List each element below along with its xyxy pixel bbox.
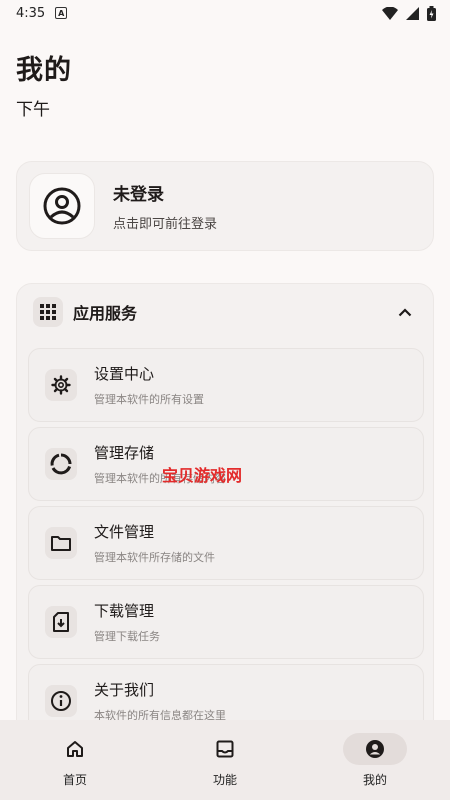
nav-item-mine[interactable]: 我的 xyxy=(320,732,430,788)
nav-item-features[interactable]: 功能 xyxy=(170,733,280,788)
apps-grid-icon xyxy=(33,297,63,327)
account-circle-icon xyxy=(43,187,81,225)
services-header[interactable]: 应用服务 xyxy=(33,296,419,328)
signal-icon xyxy=(406,6,419,20)
nav-label: 功能 xyxy=(212,772,237,787)
download-file-icon xyxy=(45,606,77,638)
page-subtitle: 下午 xyxy=(16,100,50,120)
item-desc: 管理下载任务 xyxy=(94,630,160,643)
folder-icon xyxy=(45,527,77,559)
item-title: 关于我们 xyxy=(94,681,155,699)
item-title: 文件管理 xyxy=(94,523,155,541)
a-letter-icon: A xyxy=(55,7,68,19)
service-item-settings[interactable]: 设置中心 管理本软件的所有设置 xyxy=(28,348,424,422)
account-circle-icon xyxy=(343,732,407,765)
storage-donut-icon xyxy=(45,448,77,480)
nav-item-home[interactable]: 首页 xyxy=(20,733,130,788)
page-title: 我的 xyxy=(16,55,72,86)
avatar xyxy=(29,173,95,239)
watermark: 宝贝游戏网 xyxy=(162,466,243,485)
nav-label: 我的 xyxy=(362,772,387,787)
chevron-up-icon xyxy=(398,307,412,316)
nav-label: 首页 xyxy=(62,772,87,787)
status-bar: 4:35 A xyxy=(0,0,450,26)
inbox-icon xyxy=(193,733,257,765)
item-title: 下载管理 xyxy=(94,602,155,620)
info-icon xyxy=(45,685,77,717)
gear-icon xyxy=(45,369,77,401)
login-subtitle: 点击即可前往登录 xyxy=(113,217,218,232)
services-title: 应用服务 xyxy=(73,304,138,323)
wifi-icon xyxy=(382,6,398,20)
item-desc: 管理本软件的所有设置 xyxy=(94,393,204,406)
login-title: 未登录 xyxy=(113,185,164,205)
service-item-downloads[interactable]: 下载管理 管理下载任务 xyxy=(28,585,424,659)
battery-icon xyxy=(427,5,436,21)
login-card[interactable]: 未登录 点击即可前往登录 xyxy=(16,161,434,251)
collapse-button[interactable] xyxy=(391,298,419,326)
bottom-nav: 首页 功能 我的 xyxy=(0,720,450,800)
item-title: 管理存储 xyxy=(94,444,155,462)
item-title: 设置中心 xyxy=(94,365,155,383)
status-time: 4:35 xyxy=(16,5,46,21)
page-header: 我的 下午 xyxy=(16,48,72,120)
item-desc: 管理本软件所存储的文件 xyxy=(94,551,215,564)
home-icon xyxy=(43,733,107,765)
service-item-files[interactable]: 文件管理 管理本软件所存储的文件 xyxy=(28,506,424,580)
